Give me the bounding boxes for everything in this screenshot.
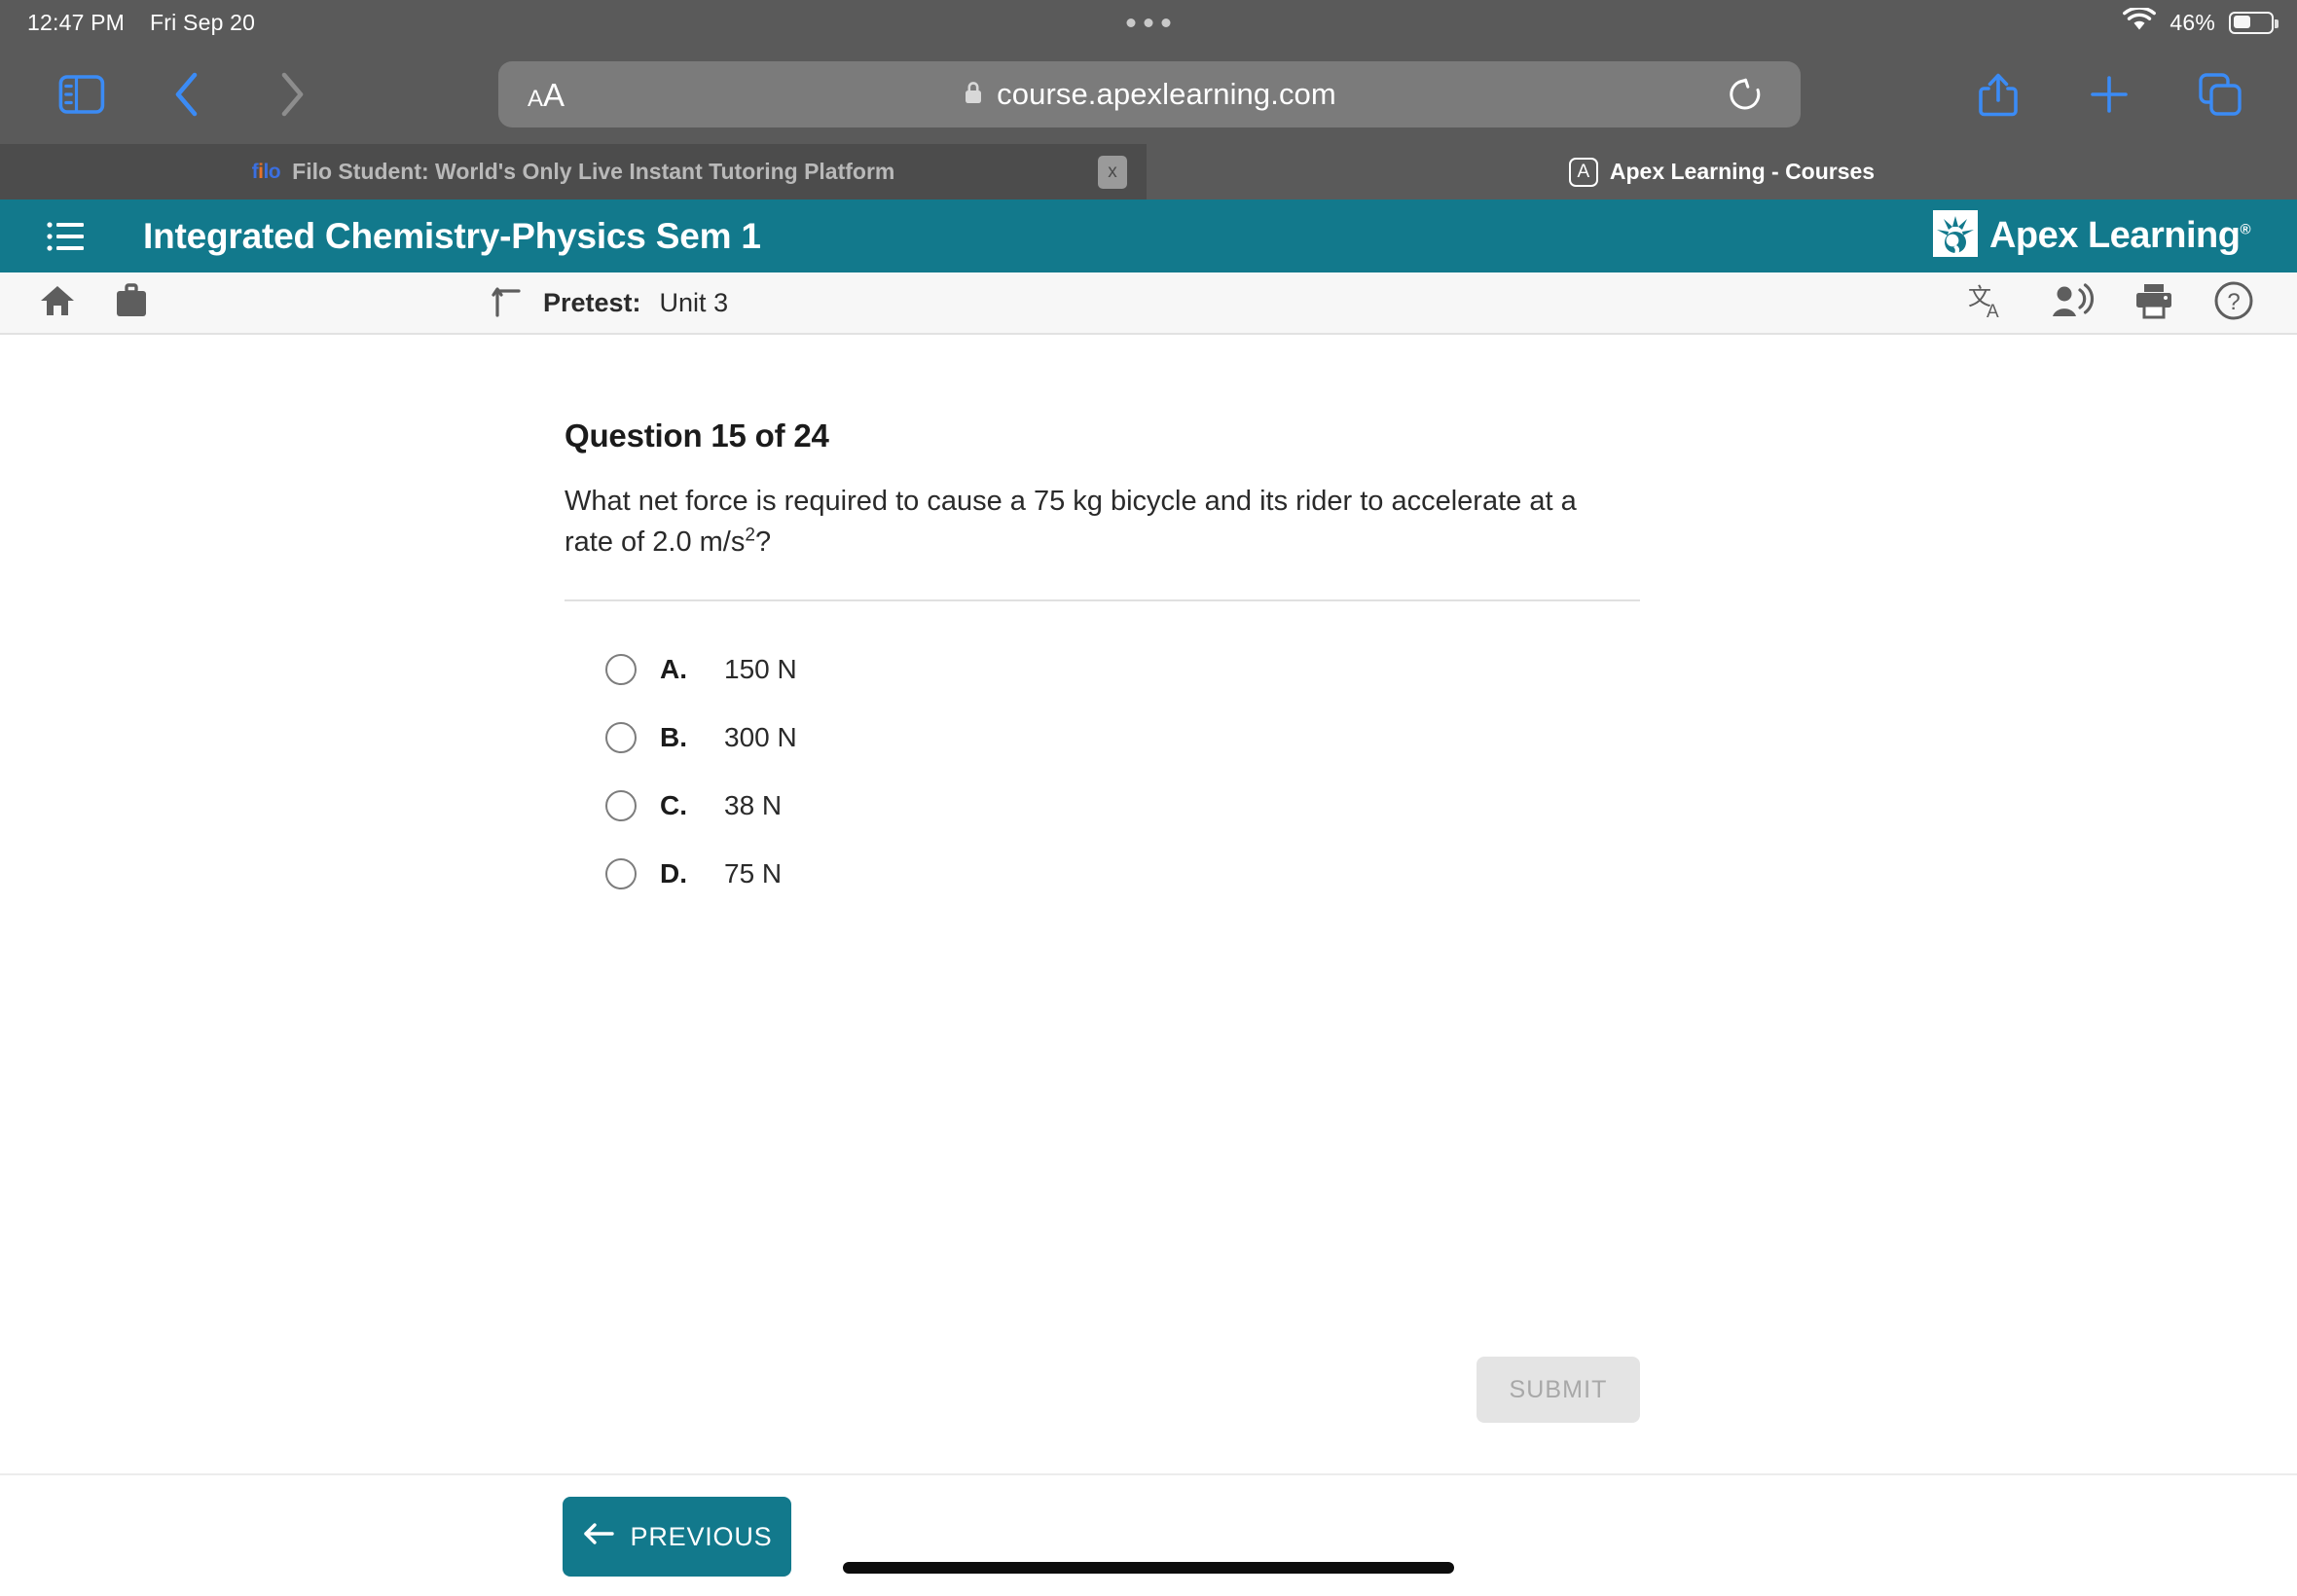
activity-breadcrumb: Pretest: Unit 3 [492, 282, 728, 324]
level-up-arrow-icon[interactable] [492, 282, 525, 324]
radio-button[interactable] [605, 790, 637, 822]
option-letter: D. [660, 858, 687, 889]
translate-icon[interactable]: 文 A [1968, 281, 2011, 325]
wifi-icon [2123, 5, 2157, 38]
option-text: 300 N [724, 722, 797, 753]
sidebar-icon[interactable] [29, 55, 134, 133]
option-letter: C. [660, 790, 687, 821]
activity-unit-label: Unit 3 [659, 287, 729, 317]
radio-button[interactable] [605, 722, 637, 754]
apex-sunburst-logo-icon [1932, 210, 1978, 262]
ipad-screen: 12:47 PM Fri Sep 20 46% A A course.apexl… [0, 0, 2297, 1596]
option-letter: B. [660, 722, 687, 753]
status-bar-time: 12:47 PM [27, 9, 126, 35]
svg-text:A: A [1987, 302, 1999, 320]
status-bar-date: Fri Sep 20 [150, 9, 256, 35]
answer-option-c[interactable]: C. 38 N [605, 780, 1635, 831]
previous-button[interactable]: PREVIOUS [563, 1497, 791, 1577]
safari-toolbar: AA course.apexlearning.com [0, 45, 2297, 144]
briefcase-icon[interactable] [115, 282, 148, 323]
print-icon[interactable] [2133, 282, 2174, 324]
activity-toolbar-right: 文 A ? [1968, 280, 2254, 326]
apex-logo-text: Apex Learning® [1988, 215, 2250, 256]
question-text: What net force is required to cause a 75… [565, 486, 1577, 559]
reload-icon[interactable] [1723, 72, 1768, 117]
lock-icon [963, 79, 984, 111]
answer-option-d[interactable]: D. 75 N [605, 849, 1635, 899]
activity-toolbar: Pretest: Unit 3 文 A ? [0, 272, 2297, 335]
previous-button-label: PREVIOUS [630, 1521, 773, 1551]
chevron-right-icon [239, 55, 345, 133]
browser-nav-right [1943, 55, 2276, 133]
help-icon[interactable]: ? [2213, 280, 2254, 326]
chevron-left-icon[interactable] [134, 55, 239, 133]
option-letter: A. [660, 654, 687, 685]
registered-trademark: ® [2240, 221, 2250, 238]
home-icon[interactable] [39, 283, 76, 323]
url-text: course.apexlearning.com [997, 77, 1336, 111]
svg-text:?: ? [2227, 289, 2240, 315]
browser-tab-filo[interactable]: filo Filo Student: World's Only Live Ins… [0, 144, 1147, 200]
submit-row: SUBMIT [565, 1357, 1640, 1423]
tab-strip: filo Filo Student: World's Only Live Ins… [0, 144, 2297, 200]
apex-favicon: A [1568, 157, 1598, 187]
plus-icon[interactable] [2054, 55, 2165, 133]
activity-type-label: Pretest: [543, 287, 641, 317]
tabs-icon[interactable] [2165, 55, 2276, 133]
tab-close-icon[interactable]: x [1098, 155, 1127, 189]
share-icon[interactable] [1943, 55, 2054, 133]
read-aloud-icon[interactable] [2050, 282, 2095, 324]
answer-option-b[interactable]: B. 300 N [605, 712, 1635, 763]
ios-home-indicator[interactable] [843, 1562, 1454, 1574]
answer-option-a[interactable]: A. 150 N [605, 644, 1635, 695]
web-page-content: Integrated Chemistry-Physics Sem 1 Apex … [0, 200, 2297, 1596]
browser-nav-left [29, 55, 345, 133]
question-content-area: Question 15 of 24 What net force is requ… [0, 335, 2297, 1546]
activity-toolbar-left [39, 282, 148, 323]
radio-button[interactable] [605, 858, 637, 890]
battery-icon [2229, 11, 2279, 34]
address-bar-center: course.apexlearning.com [498, 77, 1801, 112]
multitask-handle[interactable] [1126, 18, 1171, 27]
tab-title: Filo Student: World's Only Live Instant … [292, 159, 895, 184]
ios-status-bar: 12:47 PM Fri Sep 20 46% [0, 0, 2297, 45]
radio-button[interactable] [605, 654, 637, 686]
question-divider [565, 599, 1640, 602]
option-text: 75 N [724, 858, 783, 889]
option-text: 38 N [724, 790, 783, 821]
question-superscript: 2 [745, 525, 755, 546]
handle-dot [1144, 18, 1153, 27]
bottom-navigation-bar: PREVIOUS [0, 1473, 2297, 1596]
status-bar-right: 46% [2123, 5, 2279, 38]
apex-app-header: Integrated Chemistry-Physics Sem 1 Apex … [0, 200, 2297, 272]
handle-dot [1126, 18, 1136, 27]
tab-title: Apex Learning - Courses [1609, 159, 1876, 184]
question-block: Question 15 of 24 What net force is requ… [565, 417, 1640, 899]
hamburger-menu-icon[interactable] [45, 215, 88, 258]
submit-button[interactable]: SUBMIT [1477, 1357, 1640, 1423]
filo-favicon: filo [251, 161, 281, 183]
course-title: Integrated Chemistry-Physics Sem 1 [143, 215, 761, 256]
question-heading: Question 15 of 24 [565, 417, 829, 453]
answer-options-list: A. 150 N B. 300 N C. 38 N D. 75 N [605, 644, 1635, 899]
address-bar[interactable]: AA course.apexlearning.com [498, 61, 1801, 127]
battery-percent-label: 46% [2169, 9, 2215, 35]
browser-tab-apex-learning[interactable]: A Apex Learning - Courses [1147, 144, 2297, 200]
handle-dot [1161, 18, 1171, 27]
apex-learning-logo[interactable]: Apex Learning® [1932, 210, 2250, 262]
status-bar-left: 12:47 PM Fri Sep 20 [27, 10, 255, 36]
arrow-left-icon [582, 1521, 615, 1553]
option-text: 150 N [724, 654, 797, 685]
